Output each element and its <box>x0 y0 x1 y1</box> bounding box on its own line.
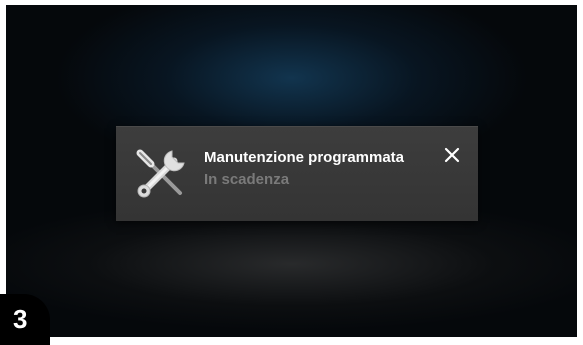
step-number: 3 <box>13 304 28 334</box>
wrench-screwdriver-icon <box>134 147 188 201</box>
maintenance-notification: Manutenzione programmata In scadenza <box>116 126 478 221</box>
close-icon <box>444 147 460 163</box>
device-screen: Manutenzione programmata In scadenza <box>6 5 577 337</box>
step-number-badge: 3 <box>0 294 50 345</box>
close-button[interactable] <box>442 145 462 165</box>
notification-title: Manutenzione programmata <box>204 149 405 166</box>
notification-subtitle: In scadenza <box>204 171 290 188</box>
